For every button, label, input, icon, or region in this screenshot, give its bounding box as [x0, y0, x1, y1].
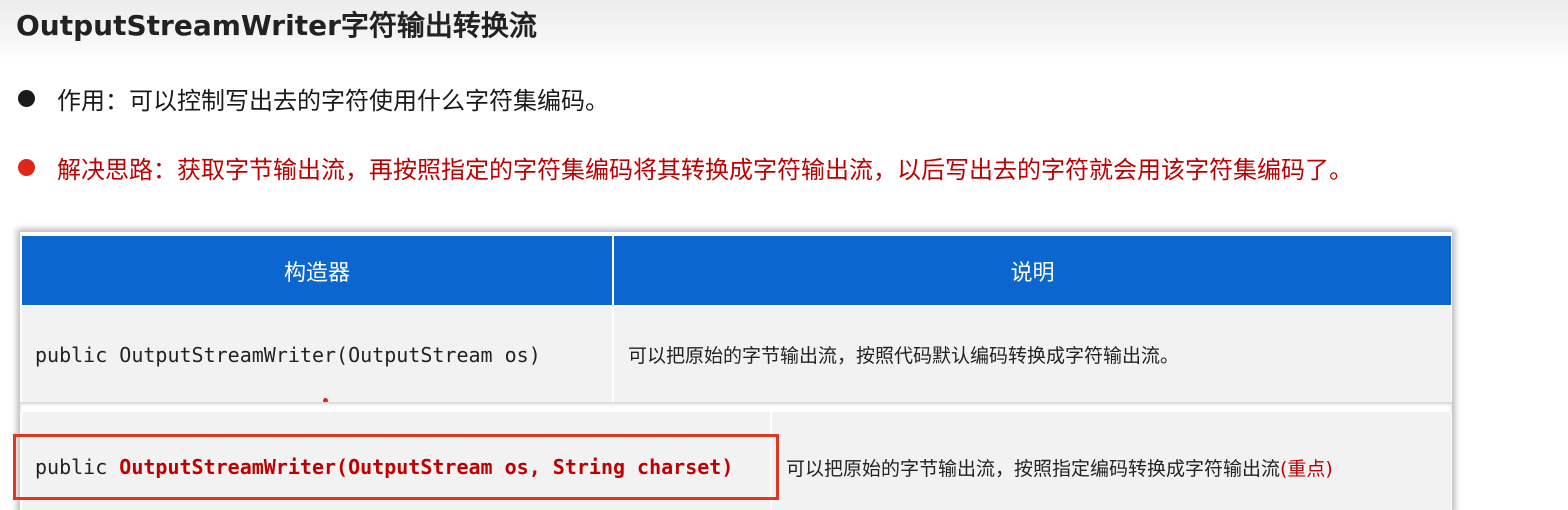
description-text: 可以把原始的字节输出流，按照代码默认编码转换成字符输出流。	[628, 345, 1180, 367]
bullet-dot-icon	[18, 158, 35, 176]
row-divider	[20, 402, 1452, 412]
key-point-label: (重点)	[1280, 457, 1333, 480]
table-header-description: 说明	[614, 236, 1451, 305]
bullet-purpose-text: 作用：可以控制写出去的字符使用什么字符集编码。	[57, 86, 609, 115]
table-header-constructor: 构造器	[22, 236, 612, 305]
constructor-signature: OutputStreamWriter(OutputStream os)	[119, 342, 541, 367]
page-title: OutputStreamWriter字符输出转换流	[16, 9, 537, 42]
bullet-dot-icon	[18, 89, 35, 107]
bullet-solution: 解决思路：获取字节输出流，再按照指定的字符集编码将其转换成字符输出流，以后写出去…	[18, 151, 1353, 184]
highlight-box	[13, 434, 779, 500]
constructor-modifier: public	[35, 342, 120, 367]
bullet-solution-text: 解决思路：获取字节输出流，再按照指定的字符集编码将其转换成字符输出流，以后写出去…	[57, 155, 1353, 184]
table-row-1-description: 可以把原始的字节输出流，按照代码默认编码转换成字符输出流。	[628, 307, 1179, 402]
description-text: 可以把原始的字节输出流，按照指定编码转换成字符输出流	[786, 457, 1281, 480]
table-row-1-constructor: public OutputStreamWriter(OutputStream o…	[35, 307, 541, 402]
bullet-purpose: 作用：可以控制写出去的字符使用什么字符集编码。	[18, 82, 609, 115]
table-row-2-description: 可以把原始的字节输出流，按照指定编码转换成字符输出流 (重点)	[786, 434, 1333, 500]
